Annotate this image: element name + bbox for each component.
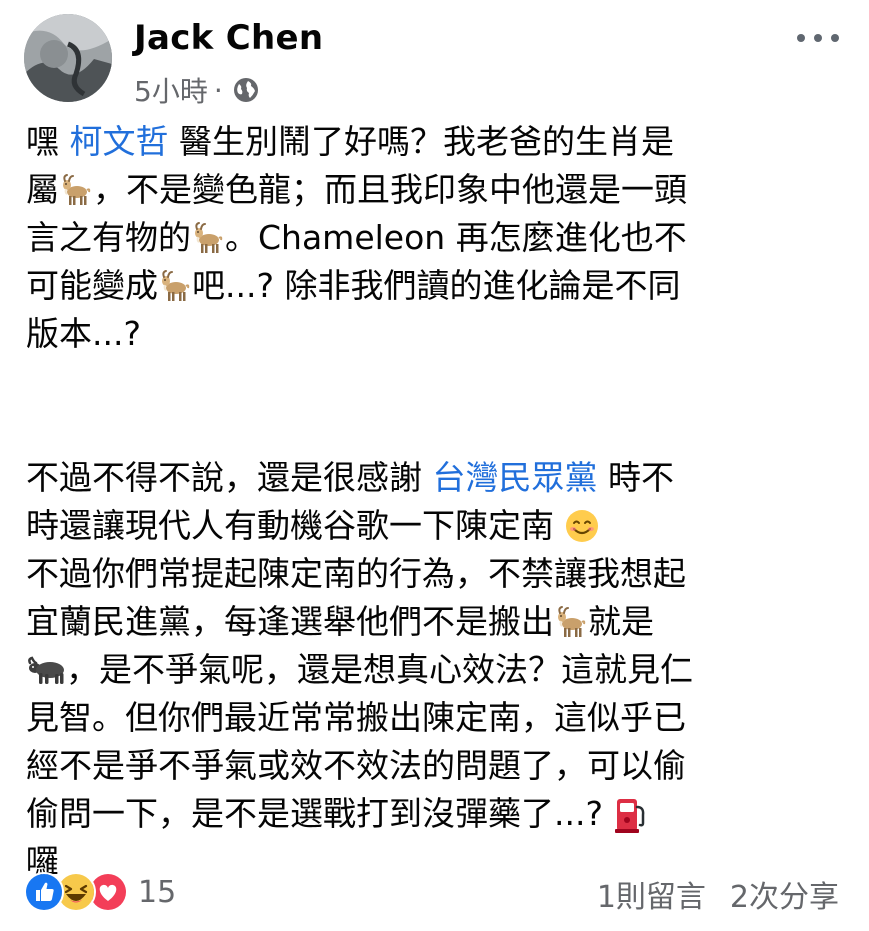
smiling-face-emoji <box>565 510 598 542</box>
water-buffalo-emoji <box>28 656 64 684</box>
text-segment: 時還讓現代人有動機谷歌一下陳定南 <box>26 506 565 545</box>
text-segment: 見智。但你們最近常常搬出陳定南，這似乎已 <box>26 698 686 737</box>
post-line: 言之有物的 。Chameleon 再怎麼進化也不 <box>26 214 846 262</box>
goat-emoji <box>162 270 190 301</box>
post-header: Jack Chen 5小時 · <box>0 0 869 120</box>
text-segment: 嘿 <box>26 122 70 161</box>
text-segment: 。Chameleon 再怎麼進化也不 <box>225 218 687 257</box>
text-segment: 偷問一下，是不是選戰打到沒彈藥了...? <box>26 794 614 833</box>
text-segment: 時不 <box>597 458 674 497</box>
more-dot <box>797 34 805 42</box>
paragraph-break <box>26 406 846 454</box>
text-segment: 醫生別鬧了好嗎？我老爸的生肖是 <box>168 122 674 161</box>
goat-emoji <box>558 606 586 637</box>
post-line: 可能變成 吧...? 除非我們讀的進化論是不同 <box>26 262 846 310</box>
text-segment: 吧...? 除非我們讀的進化論是不同 <box>192 266 681 305</box>
meta-separator: · <box>213 73 223 107</box>
post-line: 偷問一下，是不是選戰打到沒彈藥了...? <box>26 790 846 838</box>
text-segment: 言之有物的 <box>26 218 191 257</box>
author-avatar[interactable] <box>24 14 112 102</box>
post-line: 屬 ，不是變色龍；而且我印象中他還是一頭 <box>26 166 846 214</box>
post-line: 宜蘭民進黨，每逢選舉他們不是搬出 就是 <box>26 598 846 646</box>
reactions-summary[interactable]: 15 <box>24 872 176 912</box>
footer-links: 1則留言 2次分享 <box>597 872 839 916</box>
post-line: 嘿 柯文哲 醫生別鬧了好嗎？我老爸的生肖是 <box>26 118 846 166</box>
post-line: 見智。但你們最近常常搬出陳定南，這似乎已 <box>26 694 846 742</box>
post-line: 時還讓現代人有動機谷歌一下陳定南 <box>26 502 846 550</box>
goat-emoji <box>63 174 91 205</box>
post-body: 嘿 柯文哲 醫生別鬧了好嗎？我老爸的生肖是 屬 ，不是變色龍；而且我印象中他還是一… <box>26 118 846 886</box>
text-segment: 不過你們常提起陳定南的行為，不禁讓我想起 <box>26 554 686 593</box>
like-icon <box>24 872 64 912</box>
post-line: 版本...? <box>26 310 846 358</box>
post-footer: 15 1則留言 2次分享 <box>0 858 869 928</box>
text-segment: 就是 <box>588 602 654 641</box>
text-segment: ，是不爭氣呢，還是想真心效法？這就見仁 <box>66 650 693 689</box>
post-timestamp[interactable]: 5小時 <box>134 70 208 110</box>
text-segment: 經不是爭不爭氣或效不效法的問題了，可以偷 <box>26 746 686 785</box>
mention-link[interactable]: 柯文哲 <box>70 122 169 161</box>
more-options-icon[interactable] <box>797 24 839 52</box>
reaction-count: 15 <box>138 874 177 910</box>
comments-count-link[interactable]: 1則留言 <box>597 872 706 916</box>
text-segment: 可能變成 <box>26 266 158 305</box>
text-segment: 版本...? <box>26 314 141 353</box>
globe-icon <box>233 78 258 102</box>
post-line: 不過不得不說，還是很感謝 台灣民眾黨 時不 <box>26 454 846 502</box>
more-dot <box>831 34 839 42</box>
text-segment: ，不是變色龍；而且我印象中他還是一頭 <box>93 170 687 209</box>
text-segment: 宜蘭民進黨，每逢選舉他們不是搬出 <box>26 602 554 641</box>
fuel-pump-emoji <box>615 799 645 833</box>
paragraph-break <box>26 358 846 406</box>
shares-count-link[interactable]: 2次分享 <box>730 872 839 916</box>
author-name[interactable]: Jack Chen <box>134 18 323 58</box>
post-meta: 5小時 · <box>134 72 259 108</box>
goat-emoji <box>195 222 223 253</box>
text-segment: 屬 <box>26 170 59 209</box>
post-line: 經不是爭不爭氣或效不效法的問題了，可以偷 <box>26 742 846 790</box>
more-dot <box>814 34 822 42</box>
post-line: ，是不爭氣呢，還是想真心效法？這就見仁 <box>26 646 846 694</box>
text-segment: 不過不得不說，還是很感謝 <box>26 458 433 497</box>
avatar-image <box>24 14 112 102</box>
post-line: 不過你們常提起陳定南的行為，不禁讓我想起 <box>26 550 846 598</box>
mention-link[interactable]: 台灣民眾黨 <box>433 458 598 497</box>
